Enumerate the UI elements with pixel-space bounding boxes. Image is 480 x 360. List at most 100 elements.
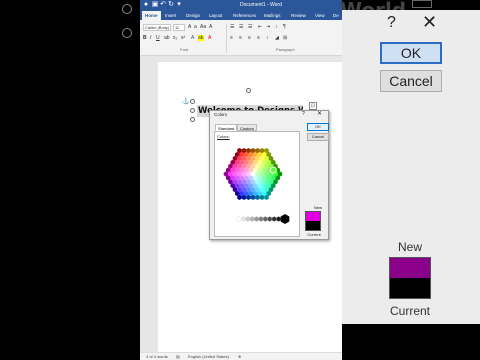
zoomed-colors-dialog: ? ✕ OK Cancel New Current — [342, 10, 480, 324]
tab-design[interactable]: Design — [183, 11, 203, 20]
new-color-swatch — [306, 212, 320, 221]
resize-handle[interactable] — [122, 4, 132, 14]
grey-cell[interactable] — [236, 216, 242, 222]
zoom-current-swatch — [390, 278, 430, 298]
group-divider — [226, 23, 227, 53]
align-right-icon[interactable]: ≡ — [248, 35, 251, 41]
status-bar: 4 of 4 words ▤ English (United States) ⊕ — [140, 352, 342, 360]
language-status[interactable]: English (United States) — [188, 354, 229, 360]
tab-home[interactable]: Home — [142, 11, 161, 20]
redo-icon[interactable]: ↻ — [167, 1, 175, 9]
current-color-swatch — [306, 221, 320, 230]
accessibility-icon[interactable]: ⊕ — [238, 354, 241, 360]
anchor-icon: ⚓ — [182, 99, 190, 105]
clear-format-icon[interactable]: A — [209, 24, 212, 30]
grow-font-icon[interactable]: A — [188, 24, 191, 30]
proofing-icon[interactable]: ▤ — [176, 354, 180, 360]
font-color-icon[interactable]: A — [208, 35, 211, 41]
bullets-icon[interactable]: ☰ — [230, 24, 234, 30]
colors-dialog: Colors ? ✕ Standard Custom Colors: OK Ca… — [209, 110, 329, 240]
decrease-indent-icon[interactable]: ⇤ — [258, 24, 262, 30]
text-effects-icon[interactable]: A — [191, 35, 194, 41]
resize-handle[interactable] — [190, 108, 195, 113]
bold-icon[interactable]: B — [143, 35, 147, 41]
grey-cell[interactable] — [240, 216, 246, 222]
help-button[interactable]: ? — [302, 111, 305, 118]
underline-icon[interactable]: U — [156, 35, 160, 41]
screen: ● ▣ ↶ ↻ ▾ Document1 - Word Home Insert D… — [0, 0, 480, 360]
zoom-new-label: New — [397, 240, 422, 254]
rotate-handle[interactable] — [246, 88, 251, 93]
document-title: Document1 - Word — [240, 2, 282, 8]
font-name-box[interactable]: Calibri (Body) — [143, 24, 171, 31]
font-size-box[interactable]: 11 — [173, 24, 185, 31]
color-honeycomb[interactable] — [215, 132, 301, 238]
cancel-button[interactable]: Cancel — [307, 133, 329, 141]
grey-cell[interactable] — [267, 216, 273, 222]
borders-icon[interactable]: ⊞ — [283, 35, 287, 41]
customize-qat-icon[interactable]: ▾ — [175, 1, 183, 9]
dialog-title: Colors — [214, 112, 228, 117]
grey-cell[interactable] — [258, 216, 264, 222]
align-left-icon[interactable]: ≡ — [230, 35, 233, 41]
increase-indent-icon[interactable]: ⇥ — [266, 24, 270, 30]
new-color-label: New — [313, 205, 322, 210]
zoom-current-label: Current — [389, 304, 430, 318]
ok-button[interactable]: OK — [307, 123, 329, 131]
title-bar: ● ▣ ↶ ↻ ▾ Document1 - Word — [140, 0, 342, 10]
show-marks-icon[interactable]: ¶ — [283, 24, 286, 30]
highlight-icon[interactable]: ab — [198, 35, 204, 41]
shrink-font-icon[interactable]: a — [194, 24, 197, 30]
color-preview-swatch — [305, 211, 321, 231]
shading-icon[interactable]: ◢ — [275, 35, 279, 41]
ribbon-tabs: Home Insert Design Layout References Mai… — [140, 10, 342, 20]
save-icon[interactable]: ▣ — [151, 1, 159, 9]
line-spacing-icon[interactable]: ↕ — [266, 35, 269, 41]
autosave-icon[interactable]: ● — [142, 1, 150, 9]
grey-cell[interactable] — [263, 216, 268, 222]
word-count[interactable]: 4 of 4 words — [146, 354, 168, 360]
italic-icon[interactable]: I — [150, 35, 151, 41]
current-color-label: Current — [307, 232, 321, 237]
zoom-ok-button[interactable]: OK — [380, 42, 442, 64]
resize-handle[interactable] — [190, 117, 195, 122]
tab-review[interactable]: Review — [288, 11, 309, 20]
tab-mailings[interactable]: Mailings — [261, 11, 284, 20]
grey-cell[interactable] — [254, 216, 259, 222]
ribbon-home: Calibri (Body) 11 A a Aa A B I U ab x₂ x… — [140, 20, 342, 56]
paragraph-group-label: Paragraph — [276, 47, 295, 52]
superscript-icon[interactable]: x² — [181, 35, 185, 41]
sort-icon[interactable]: ↕ — [275, 24, 278, 30]
black-cell[interactable] — [280, 214, 290, 224]
tab-view[interactable]: View — [312, 11, 328, 20]
layout-options-icon[interactable]: ⊡ — [309, 102, 317, 110]
undo-icon[interactable]: ↶ — [159, 1, 167, 9]
layout-options-icon[interactable] — [412, 0, 432, 8]
justify-icon[interactable]: ≡ — [257, 35, 260, 41]
tab-insert[interactable]: Insert — [162, 11, 179, 20]
change-case-icon[interactable]: Aa — [200, 24, 206, 30]
grey-cell[interactable] — [276, 216, 281, 222]
tab-layout[interactable]: Layout — [206, 11, 226, 20]
align-center-icon[interactable]: ≡ — [239, 35, 242, 41]
subscript-icon[interactable]: x₂ — [173, 35, 177, 41]
zoom-cancel-button[interactable]: Cancel — [380, 70, 442, 92]
resize-handle[interactable] — [190, 99, 195, 104]
numbering-icon[interactable]: ☰ — [239, 24, 243, 30]
strikethrough-icon[interactable]: ab — [164, 35, 170, 41]
standard-panel: Colors: — [214, 131, 300, 237]
resize-handle[interactable] — [122, 28, 132, 38]
tab-custom[interactable]: Custom — [237, 124, 257, 131]
multilevel-list-icon[interactable]: ☰ — [248, 24, 252, 30]
zoom-new-swatch — [390, 258, 430, 278]
font-group-label: Font — [180, 47, 189, 52]
tab-standard[interactable]: Standard — [215, 124, 238, 131]
grey-cell[interactable] — [271, 216, 277, 222]
grey-cell[interactable] — [249, 216, 255, 222]
tab-references[interactable]: References — [230, 11, 259, 20]
grey-cell[interactable] — [245, 216, 251, 222]
zoom-close-button[interactable]: ✕ — [422, 12, 437, 33]
zoom-color-preview — [389, 257, 431, 299]
close-button[interactable]: ✕ — [317, 111, 322, 118]
zoom-help-button[interactable]: ? — [387, 14, 396, 32]
